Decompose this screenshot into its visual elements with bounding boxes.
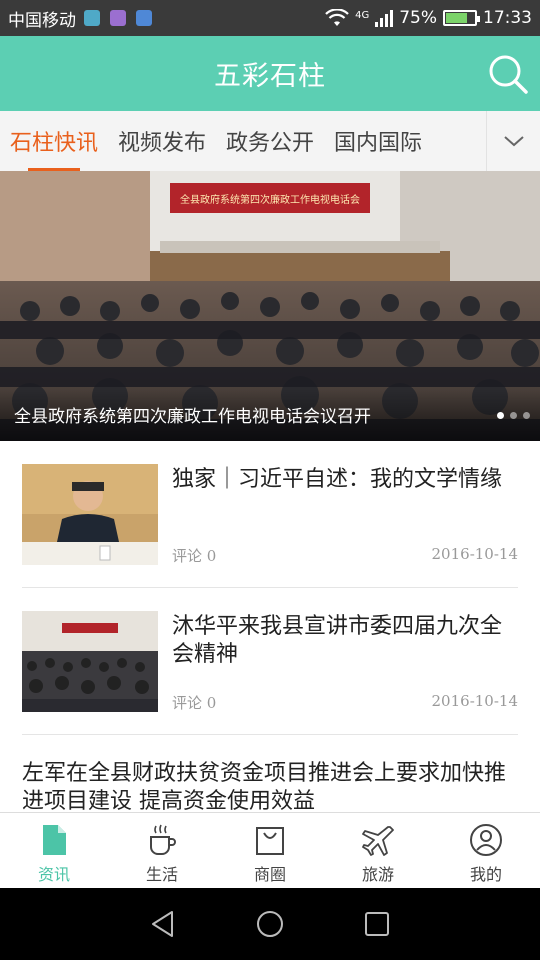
news-thumbnail xyxy=(22,464,158,565)
carousel-dot xyxy=(497,412,504,419)
news-item[interactable]: 左军在全县财政扶贫资金项目推进会上要求加快推进项目建设 提高资金使用效益 xyxy=(22,735,518,812)
sim-notification-icon xyxy=(136,10,152,26)
news-item[interactable]: 沐华平来我县宣讲市委四届九次全会精神 评论 0 2016-10-14 xyxy=(22,588,518,735)
publish-date: 2016-10-14 xyxy=(431,692,518,710)
document-icon xyxy=(43,825,66,855)
tab-video[interactable]: 视频发布 xyxy=(108,111,216,171)
nav-label: 旅游 xyxy=(361,865,394,884)
tab-domestic-international[interactable]: 国内国际 xyxy=(324,111,432,171)
status-indicators: 4G 75% 17:33 xyxy=(325,8,532,28)
comment-count: 评论 0 xyxy=(172,547,217,565)
news-headline: 左军在全县财政扶贫资金项目推进会上要求加快推进项目建设 提高资金使用效益 xyxy=(22,761,507,812)
back-icon[interactable] xyxy=(148,909,178,939)
tab-government[interactable]: 政务公开 xyxy=(216,111,324,171)
recents-icon[interactable] xyxy=(362,909,392,939)
app-title: 五彩石柱 xyxy=(214,61,326,92)
carrier-name: 中国移动 xyxy=(8,10,76,31)
shopping-bag-icon xyxy=(256,827,284,855)
battery-icon xyxy=(443,10,480,26)
user-icon xyxy=(470,824,502,856)
home-icon[interactable] xyxy=(255,909,285,939)
nav-travel[interactable]: 旅游 xyxy=(324,813,432,888)
app-screen: 中国移动 4G 75% 17:33 五彩石柱 石柱快讯 视频发布 政务公开 国内… xyxy=(0,0,540,960)
network-type: 4G xyxy=(355,10,370,21)
chevron-down-icon xyxy=(503,136,524,147)
nav-life[interactable]: 生活 xyxy=(108,813,216,888)
comment-count: 评论 0 xyxy=(172,694,217,712)
nav-label: 资讯 xyxy=(37,865,70,884)
publish-date: 2016-10-14 xyxy=(431,545,518,563)
nav-news[interactable]: 资讯 xyxy=(0,813,108,888)
news-headline: 沐华平来我县宣讲市委四届九次全会精神 xyxy=(172,614,503,667)
news-thumbnail xyxy=(22,611,158,712)
nav-label: 商圈 xyxy=(253,865,286,884)
battery-percent: 75% xyxy=(399,8,437,28)
banner-sign-text: 全县政府系统第四次廉政工作电视电话会 xyxy=(180,193,360,206)
search-icon[interactable] xyxy=(486,52,530,96)
news-feed: 独家｜习近平自述：我的文学情缘 评论 0 2016-10-14 沐华平来我县宣讲… xyxy=(0,441,540,812)
carousel-dot xyxy=(523,412,530,419)
nav-shopping[interactable]: 商圈 xyxy=(216,813,324,888)
news-item[interactable]: 独家｜习近平自述：我的文学情缘 评论 0 2016-10-14 xyxy=(22,441,518,588)
nav-label: 我的 xyxy=(469,865,502,884)
more-tabs-button[interactable] xyxy=(486,111,540,171)
signal-icon xyxy=(375,9,394,27)
wifi-icon xyxy=(325,9,349,26)
status-bar: 中国移动 4G 75% 17:33 xyxy=(0,0,540,36)
app-header: 五彩石柱 xyxy=(0,36,540,111)
banner-caption: 全县政府系统第四次廉政工作电视电话会议召开 xyxy=(14,407,371,427)
coffee-cup-icon xyxy=(150,824,176,855)
nav-label: 生活 xyxy=(145,865,178,884)
category-tabs: 石柱快讯 视频发布 政务公开 国内国际 xyxy=(0,111,540,171)
news-headline: 独家｜习近平自述：我的文学情缘 xyxy=(172,467,503,492)
clock: 17:33 xyxy=(483,8,532,28)
carousel-dot xyxy=(510,412,517,419)
app-notification-icon xyxy=(84,10,100,26)
bottom-navigation: 资讯 生活 商圈 旅游 我的 xyxy=(0,812,540,888)
banner-carousel[interactable]: 全县政府系统第四次廉政工作电视电话会 全县政府系统第四次廉政工作电视电话会议召开 xyxy=(0,171,540,441)
gallery-notification-icon xyxy=(110,10,126,26)
system-navigation-bar xyxy=(0,888,540,960)
carousel-indicator xyxy=(497,412,530,419)
airplane-icon xyxy=(362,826,394,856)
tab-shizhu-news[interactable]: 石柱快讯 xyxy=(0,111,108,171)
nav-profile[interactable]: 我的 xyxy=(432,813,540,888)
